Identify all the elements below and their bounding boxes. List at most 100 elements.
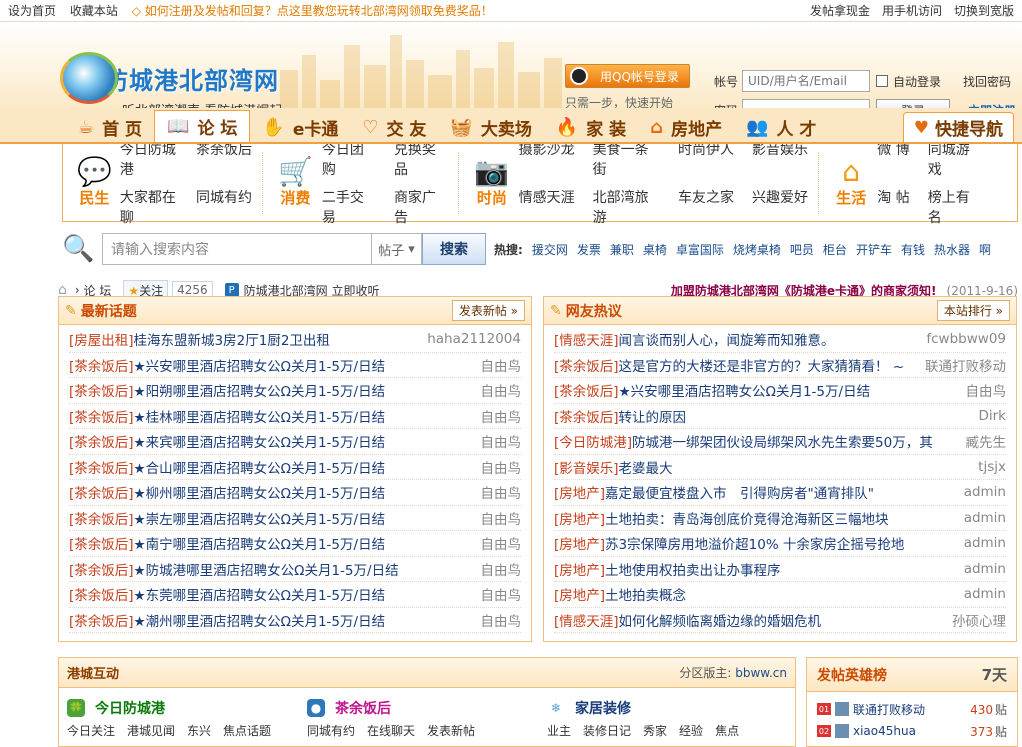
topic-author[interactable]: admin (958, 535, 1006, 551)
category-link[interactable]: 榜上有名 (928, 187, 979, 227)
topic-author[interactable]: tjsjx (972, 459, 1006, 475)
hero-row[interactable]: 01 联通打败移动 430 贴 (807, 698, 1017, 720)
topic-author[interactable]: 孙硕心理 (946, 610, 1006, 630)
topic-author[interactable]: 臧先生 (960, 431, 1007, 451)
wide-mode-link[interactable]: 切换到宽版 (954, 2, 1014, 19)
topic-author[interactable]: 自由鸟 (475, 584, 522, 604)
topic-title[interactable]: 土地使用权拍卖出让办事程序 (605, 559, 958, 579)
topic-title[interactable]: ★南宁哪里酒店招聘女公Ω关月1-5万/日结 (134, 533, 475, 553)
topic-forum-tag[interactable]: [茶余饭后] (69, 406, 134, 426)
category-link[interactable]: 二手交易 (322, 187, 376, 227)
list-item[interactable]: [茶余饭后] 转让的原因 Dirk (554, 404, 1006, 429)
zone-link[interactable]: 发表新帖 (427, 722, 475, 739)
topic-author[interactable]: 自由鸟 (475, 431, 522, 451)
site-ranking-button[interactable]: 本站排行 » (936, 300, 1010, 321)
category-link[interactable]: 兴趣爱好 (752, 187, 808, 227)
category-link[interactable]: 大家都在聊 (120, 187, 178, 227)
topic-title[interactable]: 这是官方的大楼还是非官方的？大家猜猜看！ ~ (619, 355, 919, 375)
topic-forum-tag[interactable]: [房地产] (554, 584, 605, 604)
topic-forum-tag[interactable]: [茶余饭后] (554, 406, 619, 426)
list-item[interactable]: [茶余饭后] ★东莞哪里酒店招聘女公Ω关月1-5万/日结 自由鸟 (69, 582, 521, 608)
hot-search-link[interactable]: 热水器 (934, 241, 970, 258)
topic-author[interactable]: admin (958, 484, 1006, 500)
account-input[interactable] (742, 70, 870, 92)
topic-author[interactable]: 联通打败移动 (919, 355, 1006, 375)
nav-item-jobs[interactable]: 👥 人 才 (734, 112, 828, 142)
hot-search-link[interactable]: 桌椅 (643, 241, 667, 258)
list-item[interactable]: [茶余饭后] ★桂林哪里酒店招聘女公Ω关月1-5万/日结 自由鸟 (69, 404, 522, 429)
category-link[interactable]: 微 博 (877, 139, 909, 179)
topic-title[interactable]: ★合山哪里酒店招聘女公Ω关月1-5万/日结 (134, 457, 475, 477)
topic-title[interactable]: 老婆最大 (619, 457, 973, 477)
zone-link[interactable]: 装修日记 (583, 722, 631, 739)
hot-search-link[interactable]: 卓富国际 (676, 241, 724, 258)
list-item[interactable]: [房地产] 土地使用权拍卖出让办事程序 admin (554, 557, 1006, 582)
hot-search-link[interactable]: 啊 (979, 241, 991, 258)
list-item[interactable]: [茶余饭后] 这是官方的大楼还是非官方的？大家猜猜看！ ~ 联通打败移动 (554, 353, 1006, 378)
zone-title[interactable]: ● 茶余饭后 (307, 698, 475, 718)
search-button[interactable]: 搜索 (422, 233, 486, 265)
category-link[interactable]: 时尚伊人 (678, 139, 734, 179)
earn-cash-link[interactable]: 发帖拿现金 (810, 2, 870, 19)
zone-link[interactable]: 今日关注 (67, 722, 115, 739)
topic-title[interactable]: ★东莞哪里酒店招聘女公Ω关月1-5万/日结 (134, 584, 475, 604)
topic-title[interactable]: ★崇左哪里酒店招聘女公Ω关月1-5万/日结 (134, 508, 475, 528)
topic-forum-tag[interactable]: [茶余饭后] (69, 457, 134, 477)
hot-search-link[interactable]: 烧烤桌椅 (733, 241, 781, 258)
topic-title[interactable]: 防城港一绑架团伙设局绑架风水先生索要50万，其 (632, 431, 959, 451)
list-item[interactable]: [茶余饭后] ★防城港哪里酒店招聘女公Ω关月1-5万/日结 自由鸟 (69, 557, 522, 582)
nav-item-ecard[interactable]: ✋ e卡通 (250, 112, 350, 142)
category-link[interactable]: 商家广告 (394, 187, 448, 227)
list-item[interactable]: [茶余饭后] ★兴安哪里酒店招聘女公Ω关月1-5万/日结 自由鸟 (69, 353, 522, 378)
topic-title[interactable]: ★阳朔哪里酒店招聘女公Ω关月1-5万/日结 (134, 380, 475, 400)
zone-link[interactable]: 经验 (679, 722, 703, 739)
list-item[interactable]: [情感天涯] 如何化解频临离婚边缘的婚姻危机 孙硕心理 (554, 608, 1006, 633)
topic-title[interactable]: 如何化解频临离婚边缘的婚姻危机 (619, 610, 946, 630)
zone-link[interactable]: 焦点话题 (223, 722, 271, 739)
topic-forum-tag[interactable]: [房地产] (554, 482, 605, 502)
hot-search-link[interactable]: 兼职 (610, 241, 634, 258)
category-link[interactable]: 同城游戏 (928, 139, 979, 179)
zone-link[interactable]: 同城有约 (307, 722, 355, 739)
zone-moderator-value[interactable]: bbww.cn (735, 666, 787, 680)
hot-search-link[interactable]: 吧员 (790, 241, 814, 258)
list-item[interactable]: [茶余饭后] ★柳州哪里酒店招聘女公Ω关月1-5万/日结 自由鸟 (69, 480, 521, 506)
zone-link[interactable]: 港城见闻 (127, 722, 175, 739)
topic-author[interactable]: 自由鸟 (475, 533, 522, 553)
topic-title[interactable]: 闻言谈而别人心，闻旋筹而知雅意。 (619, 329, 921, 349)
category-link[interactable]: 兑换奖品 (394, 139, 448, 179)
topic-forum-tag[interactable]: [茶余饭后] (554, 355, 619, 375)
topic-forum-tag[interactable]: [茶余饭后] (69, 610, 134, 630)
topic-forum-tag[interactable]: [茶余饭后] (69, 380, 134, 400)
list-item[interactable]: [茶余饭后] ★兴安哪里酒店招聘女公Ω关月1-5万/日结 自由鸟 (554, 378, 1006, 404)
list-item[interactable]: [房地产] 土地拍卖概念 admin (554, 582, 1006, 608)
category-link[interactable]: 茶余饭后 (196, 139, 252, 179)
search-scope-select[interactable]: 帖子 ▾ (372, 233, 422, 265)
nav-item-decor[interactable]: 🔥 家 装 (544, 112, 638, 142)
hot-search-link[interactable]: 援交网 (532, 241, 568, 258)
hot-search-link[interactable]: 开铲车 (856, 241, 892, 258)
topic-author[interactable]: admin (958, 586, 1006, 602)
topic-author[interactable]: haha2112004 (421, 331, 521, 347)
zone-link[interactable]: 业主 (547, 722, 571, 739)
hero-name[interactable]: 联通打败移动 (853, 701, 925, 718)
bookmark-link[interactable]: 收藏本站 (70, 4, 118, 18)
topic-author[interactable]: 自由鸟 (475, 355, 522, 375)
category-link[interactable]: 淘 帖 (877, 187, 909, 227)
category-link[interactable]: 情感天涯 (519, 187, 575, 227)
topic-forum-tag[interactable]: [情感天涯] (554, 610, 619, 630)
nav-item-home[interactable]: ☕ 首 页 (66, 112, 154, 142)
topic-author[interactable]: 自由鸟 (475, 482, 522, 502)
mobile-access-link[interactable]: 用手机访问 (882, 2, 942, 19)
zone-title[interactable]: ❄ 家居装修 (547, 698, 739, 718)
topic-title[interactable]: 嘉定最便宜楼盘入市 引得购房者"通宵排队" (605, 482, 958, 502)
topic-author[interactable]: fcwbbww09 (920, 331, 1006, 347)
search-input[interactable]: 请输入搜索内容 (102, 233, 372, 265)
topic-forum-tag[interactable]: [茶余饭后] (69, 431, 134, 451)
list-item[interactable]: [茶余饭后] ★崇左哪里酒店招聘女公Ω关月1-5万/日结 自由鸟 (69, 506, 521, 531)
topic-author[interactable]: 自由鸟 (475, 559, 522, 579)
list-item[interactable]: [房地产] 土地拍卖：青岛海创底价竞得沧海新区三幅地块 admin (554, 506, 1006, 531)
topic-author[interactable]: 自由鸟 (475, 406, 522, 426)
topic-title[interactable]: 桂海东盟新城3房2厅1厨2卫出租 (134, 329, 422, 349)
topic-forum-tag[interactable]: [房地产] (554, 559, 605, 579)
